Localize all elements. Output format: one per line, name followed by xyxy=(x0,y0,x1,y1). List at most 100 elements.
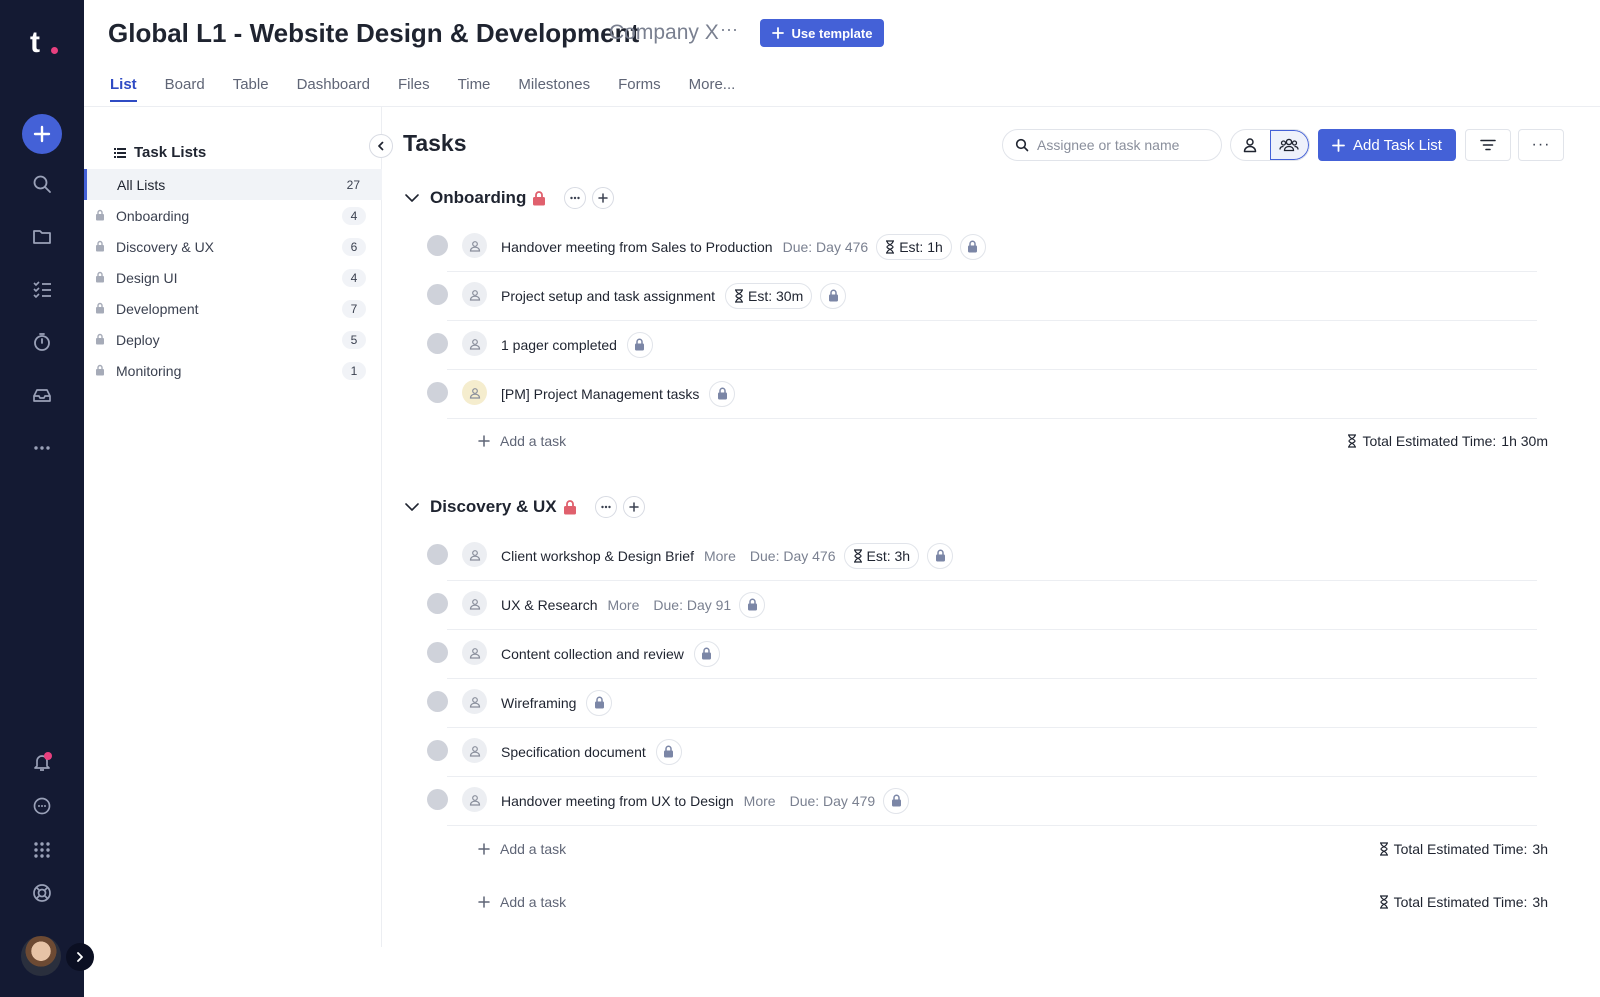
sidebar-item-development[interactable]: Development 7 xyxy=(84,293,382,324)
assignee-avatar[interactable] xyxy=(462,738,487,763)
tab-files[interactable]: Files xyxy=(398,76,430,101)
task-privacy-lock[interactable] xyxy=(586,689,613,716)
sidebar-item-onboarding[interactable]: Onboarding 4 xyxy=(84,200,382,231)
task-row[interactable]: Handover meeting from Sales to Productio… xyxy=(425,223,1537,272)
add-task-button[interactable]: Add a task xyxy=(478,841,566,857)
more-dots-icon[interactable] xyxy=(28,434,56,462)
task-more-link[interactable]: More xyxy=(744,793,776,809)
task-complete-checkbox[interactable] xyxy=(427,235,448,256)
task-row[interactable]: Project setup and task assignment Est: 3… xyxy=(425,272,1537,321)
task-privacy-lock[interactable] xyxy=(693,640,720,667)
task-estimate[interactable]: Est: 3h xyxy=(843,542,920,569)
assignee-avatar[interactable] xyxy=(462,640,487,665)
task-row[interactable]: UX & Research More Due: Day 91 xyxy=(425,581,1537,630)
filter-button[interactable] xyxy=(1465,129,1511,161)
tab-table[interactable]: Table xyxy=(233,76,269,101)
task-complete-checkbox[interactable] xyxy=(427,789,448,810)
task-name[interactable]: [PM] Project Management tasks xyxy=(501,386,699,402)
task-privacy-lock[interactable] xyxy=(739,591,766,618)
task-row[interactable]: Handover meeting from UX to Design More … xyxy=(425,777,1537,826)
timer-icon[interactable] xyxy=(28,328,56,356)
sidebar-item-deploy[interactable]: Deploy 5 xyxy=(84,324,382,355)
add-task-button[interactable]: Add a task xyxy=(478,433,566,449)
inbox-icon[interactable] xyxy=(28,381,56,409)
task-group-name[interactable]: Onboarding xyxy=(430,188,526,208)
help-lifebuoy-icon[interactable] xyxy=(28,879,56,907)
chat-icon[interactable] xyxy=(28,792,56,820)
assignee-avatar[interactable] xyxy=(462,542,487,567)
task-privacy-lock[interactable] xyxy=(655,738,682,765)
assignee-avatar[interactable] xyxy=(462,331,487,356)
task-complete-checkbox[interactable] xyxy=(427,593,448,614)
apps-grid-icon[interactable] xyxy=(28,836,56,864)
app-logo[interactable]: t xyxy=(30,26,40,60)
task-complete-checkbox[interactable] xyxy=(427,284,448,305)
quick-add-button[interactable] xyxy=(22,114,62,154)
task-search[interactable] xyxy=(1002,129,1222,161)
tab-dashboard[interactable]: Dashboard xyxy=(297,76,370,101)
task-row[interactable]: Client workshop & Design Brief More Due:… xyxy=(425,532,1537,581)
chevron-down-icon[interactable] xyxy=(404,499,420,515)
collapse-sidebar-button[interactable] xyxy=(369,134,393,158)
search-icon[interactable] xyxy=(28,170,56,198)
sidebar-item-monitoring[interactable]: Monitoring 1 xyxy=(84,355,382,386)
task-privacy-lock[interactable] xyxy=(626,331,653,358)
task-complete-checkbox[interactable] xyxy=(427,740,448,761)
task-name[interactable]: UX & Research xyxy=(501,597,597,613)
assignee-avatar[interactable] xyxy=(462,689,487,714)
task-row[interactable]: [PM] Project Management tasks xyxy=(425,370,1537,419)
task-name[interactable]: Wireframing xyxy=(501,695,576,711)
task-name[interactable]: Specification document xyxy=(501,744,646,760)
group-add-task-button[interactable] xyxy=(592,187,615,209)
tab-list[interactable]: List xyxy=(110,76,137,102)
tab-board[interactable]: Board xyxy=(165,76,205,101)
group-options-button[interactable] xyxy=(564,187,587,209)
task-privacy-lock[interactable] xyxy=(820,282,847,309)
task-name[interactable]: Content collection and review xyxy=(501,646,684,662)
avatar[interactable] xyxy=(21,936,61,976)
task-estimate[interactable]: Est: 30m xyxy=(725,282,813,309)
company-name[interactable]: Company X xyxy=(609,21,719,45)
task-name[interactable]: Client workshop & Design Brief xyxy=(501,548,694,564)
group-add-task-button[interactable] xyxy=(622,496,645,518)
task-complete-checkbox[interactable] xyxy=(427,333,448,354)
assignee-avatar[interactable] xyxy=(462,787,487,812)
task-name[interactable]: Handover meeting from Sales to Productio… xyxy=(501,239,773,255)
tab-forms[interactable]: Forms xyxy=(618,76,661,101)
task-group-name[interactable]: Discovery & UX xyxy=(430,497,557,517)
task-name[interactable]: Handover meeting from UX to Design xyxy=(501,793,734,809)
assignee-avatar[interactable] xyxy=(462,591,487,616)
task-complete-checkbox[interactable] xyxy=(427,544,448,565)
assignee-avatar[interactable] xyxy=(462,282,487,307)
assignee-avatar[interactable] xyxy=(462,380,487,405)
task-privacy-lock[interactable] xyxy=(959,233,986,260)
task-complete-checkbox[interactable] xyxy=(427,382,448,403)
my-tasks-toggle[interactable] xyxy=(1231,130,1270,160)
tab-milestones[interactable]: Milestones xyxy=(518,76,590,101)
task-estimate[interactable]: Est: 1h xyxy=(876,233,952,260)
task-more-link[interactable]: More xyxy=(607,597,639,613)
sidebar-item-discovery-ux[interactable]: Discovery & UX 6 xyxy=(84,231,382,262)
task-complete-checkbox[interactable] xyxy=(427,642,448,663)
bell-icon[interactable] xyxy=(28,748,56,776)
task-list-icon[interactable] xyxy=(28,275,56,303)
more-options-button[interactable]: ··· xyxy=(1518,129,1564,161)
task-privacy-lock[interactable] xyxy=(927,542,954,569)
project-options-button[interactable]: ··· xyxy=(720,19,738,40)
everyone-tasks-toggle[interactable] xyxy=(1269,130,1309,160)
task-row[interactable]: 1 pager completed xyxy=(425,321,1537,370)
tab-time[interactable]: Time xyxy=(458,76,491,101)
task-more-link[interactable]: More xyxy=(704,548,736,564)
task-name[interactable]: Project setup and task assignment xyxy=(501,288,715,304)
assignee-avatar[interactable] xyxy=(462,233,487,258)
task-row[interactable]: Specification document xyxy=(425,728,1537,777)
sidebar-item-design-ui[interactable]: Design UI 4 xyxy=(84,262,382,293)
task-complete-checkbox[interactable] xyxy=(427,691,448,712)
sidebar-item-all-lists[interactable]: All Lists 27 xyxy=(84,169,382,200)
task-name[interactable]: 1 pager completed xyxy=(501,337,617,353)
add-task-list-button[interactable]: Add Task List xyxy=(1318,129,1456,161)
task-privacy-lock[interactable] xyxy=(883,787,910,814)
chevron-down-icon[interactable] xyxy=(404,190,420,206)
expand-rail-button[interactable] xyxy=(66,943,94,971)
add-task-button[interactable]: Add a task xyxy=(478,894,566,910)
